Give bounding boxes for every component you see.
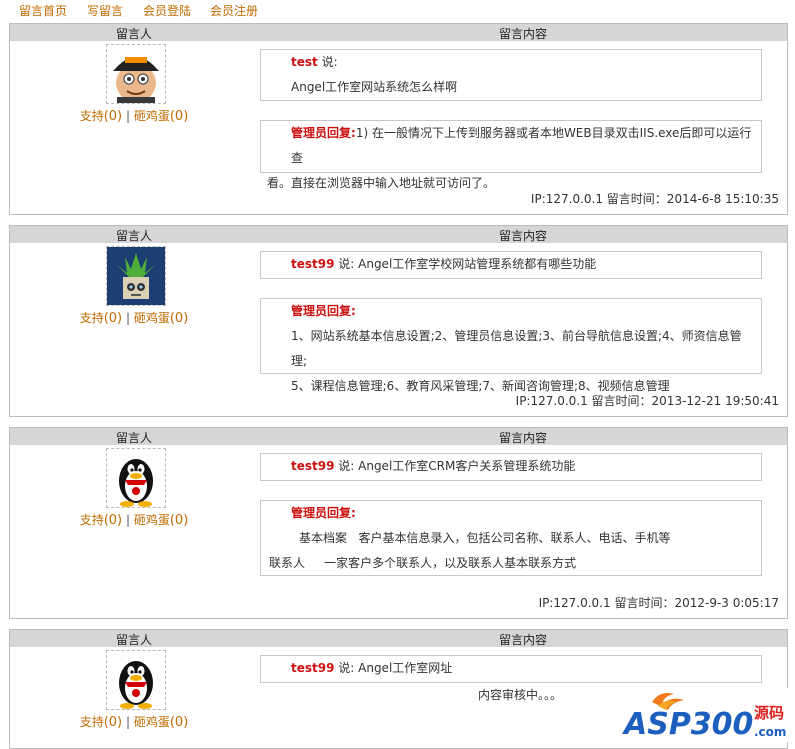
reply-text-line: 联系人 一家客户多个联系人，以及联系人基本联系方式	[269, 556, 577, 570]
penguin-avatar	[106, 650, 166, 710]
header-author: 留言人	[115, 431, 152, 445]
throw-egg-link[interactable]: 砸鸡蛋(0)	[134, 109, 188, 124]
message-box: test 说: Angel工作室网站系统怎么样啊	[260, 49, 762, 101]
throw-egg-link[interactable]: 砸鸡蛋(0)	[134, 513, 188, 528]
vote-links: 支持(0) | 砸鸡蛋(0)	[79, 311, 189, 326]
entry-header: 留言人 留言内容	[10, 24, 787, 41]
throw-egg-link[interactable]: 砸鸡蛋(0)	[134, 715, 188, 730]
author-name: test99	[291, 257, 335, 271]
header-content: 留言内容	[498, 229, 547, 243]
header-content: 留言内容	[498, 633, 547, 647]
admin-reply-label: 管理员回复:	[291, 304, 356, 318]
nav-write-link[interactable]: 写留言	[87, 2, 123, 19]
message-box: test99 说: Angel工作室学校网站管理系统都有哪些功能	[260, 251, 762, 279]
ip-and-time: IP:127.0.0.1 留言时间：2014-6-8 15:10:35	[530, 192, 779, 206]
reply-box: 管理员回复: 基本档案 客户基本信息录入，包括公司名称、联系人、电话、手机等 联…	[260, 500, 762, 576]
ip-and-time: IP:127.0.0.1 留言时间：2013-12-21 19:50:41	[515, 394, 779, 408]
vote-links: 支持(0) | 砸鸡蛋(0)	[79, 513, 189, 528]
ip-and-time: IP:127.0.0.1 留言时间：2012-9-3 0:05:17	[538, 596, 779, 610]
message-text: Angel工作室网站系统怎么样啊	[291, 80, 458, 94]
vote-links: 支持(0) | 砸鸡蛋(0)	[79, 109, 189, 124]
logo-suffix: 源码	[754, 704, 784, 722]
entry-header: 留言人 留言内容	[10, 630, 787, 647]
reply-box: 管理员回复: 1、网站系统基本信息设置;2、管理员信息设置;3、前台导航信息设置…	[260, 298, 762, 393]
header-author: 留言人	[115, 27, 152, 41]
author-name: test99	[291, 459, 335, 473]
penguin-avatar	[106, 448, 166, 508]
support-link[interactable]: 支持(0)	[80, 109, 122, 124]
message-entry: 留言人 留言内容 支持(0) | 砸鸡蛋(0) test99 说: Angel工…	[9, 427, 788, 619]
top-navigation: 留言首页 写留言 会员登陆 会员注册	[0, 0, 795, 20]
admin-reply-label: 管理员回复:	[291, 506, 356, 520]
message-entry: 留言人 留言内容 支持(0) | 砸鸡蛋(0) test 说: Angel工作室…	[9, 23, 788, 215]
message-box: test99 说: Angel工作室网址	[260, 655, 762, 683]
message-entry: 留言人 留言内容 支持(0) | 砸鸡蛋(0) test99 说: Angel工…	[9, 225, 788, 417]
support-link[interactable]: 支持(0)	[80, 513, 122, 528]
reply-box: 管理员回复:1) 在一般情况下上传到服务器或者本地WEB目录双击IIS.exe后…	[260, 120, 762, 190]
nav-register-link[interactable]: 会员注册	[210, 2, 258, 19]
cartoon-man-avatar	[106, 44, 166, 104]
reply-text-line: 基本档案 客户基本信息录入，包括公司名称、联系人、电话、手机等	[299, 531, 671, 545]
logo-brand: ASP300	[622, 707, 753, 742]
entry-header: 留言人 留言内容	[10, 226, 787, 243]
vote-links: 支持(0) | 砸鸡蛋(0)	[79, 715, 189, 730]
admin-reply-label: 管理员回复:	[291, 126, 356, 140]
message-text: Angel工作室网址	[354, 661, 453, 675]
reply-text-line: 1) 在一般情况下上传到服务器或者本地WEB目录双击IIS.exe后即可以运行查	[291, 126, 752, 165]
support-link[interactable]: 支持(0)	[80, 311, 122, 326]
author-name: test99	[291, 661, 335, 675]
author-name: test	[291, 55, 318, 69]
message-text: Angel工作室学校网站管理系统都有哪些功能	[354, 257, 597, 271]
asp300-logo: ASP300 源码 .com	[622, 688, 795, 742]
header-author: 留言人	[115, 633, 152, 647]
throw-egg-link[interactable]: 砸鸡蛋(0)	[134, 311, 188, 326]
plant-pot-avatar	[106, 246, 166, 306]
header-content: 留言内容	[498, 431, 547, 445]
message-box: test99 说: Angel工作室CRM客户关系管理系统功能	[260, 453, 762, 481]
reply-text-line: 1、网站系统基本信息设置;2、管理员信息设置;3、前台导航信息设置;4、师资信息…	[291, 329, 742, 368]
nav-home-link[interactable]: 留言首页	[19, 2, 67, 19]
support-link[interactable]: 支持(0)	[80, 715, 122, 730]
nav-login-link[interactable]: 会员登陆	[143, 2, 191, 19]
entry-header: 留言人 留言内容	[10, 428, 787, 445]
header-content: 留言内容	[498, 27, 547, 41]
logo-domain: .com	[754, 725, 786, 739]
pending-review-text: 内容审核中。。。	[478, 688, 563, 702]
header-author: 留言人	[115, 229, 152, 243]
message-text: Angel工作室CRM客户关系管理系统功能	[354, 459, 576, 473]
